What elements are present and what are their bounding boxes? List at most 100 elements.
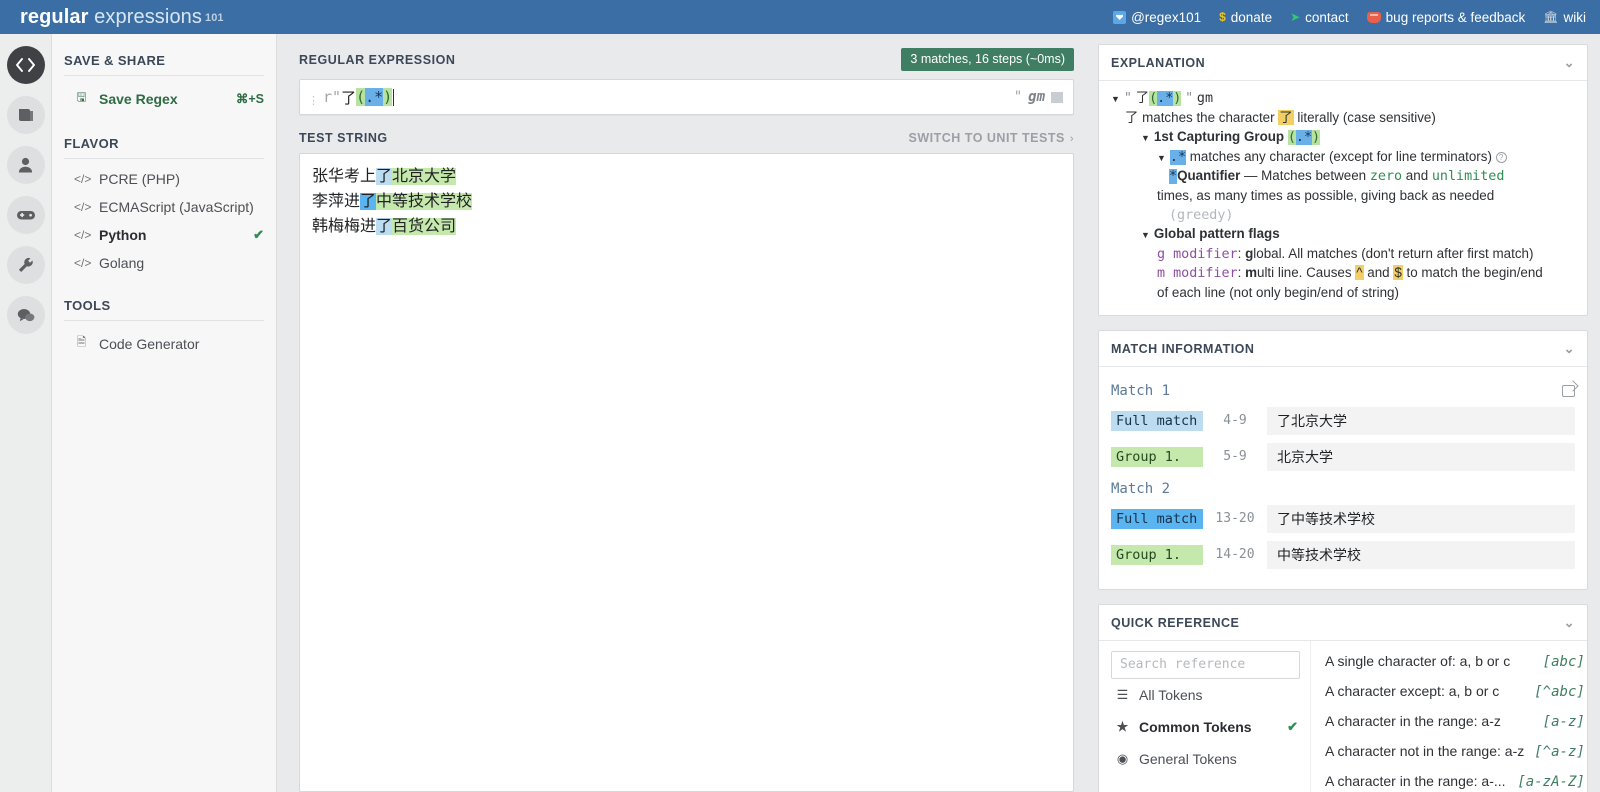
save-regex-shortcut: ⌘+S xyxy=(235,92,264,106)
quantifier-and: and xyxy=(1402,168,1432,184)
chat-icon xyxy=(17,308,34,321)
qr-token-row[interactable]: A character in the range: a-z [a-z] xyxy=(1325,713,1585,730)
full-match-tag: Full match xyxy=(1111,410,1203,431)
regex-input[interactable]: ⋮ r" 了(.*) " gm xyxy=(299,79,1074,115)
literal-end: literally (case sensitive) xyxy=(1293,109,1436,125)
sidebar-item-flavor-python[interactable]: </> Python ✔ xyxy=(52,221,276,249)
qr-token-row[interactable]: A single character of: a, b or c [abc] xyxy=(1325,653,1585,670)
match-row: Group 1. 14-20 中等技术学校 xyxy=(1111,540,1575,569)
qr-category-general-tokens[interactable]: ◉ General Tokens xyxy=(1111,743,1300,775)
match-information-title: MATCH INFORMATION xyxy=(1111,341,1255,356)
match-range: 14-20 xyxy=(1215,547,1255,563)
site-logo[interactable]: regular expressions 101 xyxy=(20,6,224,29)
qr-token-row[interactable]: A character in the range: a-... [a-zA-Z] xyxy=(1325,773,1585,790)
explanation-title: EXPLANATION xyxy=(1111,56,1206,70)
nav-label-twitter: @regex101 xyxy=(1131,9,1202,25)
nav-link-twitter[interactable]: @regex101 xyxy=(1113,10,1201,25)
triangle-down-icon[interactable]: ▼ xyxy=(1141,133,1150,143)
qr-token-code: [a-zA-Z] xyxy=(1517,773,1585,790)
group-dotstar: .* xyxy=(1295,130,1313,146)
drag-handle-icon[interactable]: ⋮ xyxy=(308,95,319,106)
book-icon xyxy=(18,109,33,121)
pattern-quote-close: " xyxy=(1185,91,1194,106)
regex-flags: gm xyxy=(1028,89,1045,105)
regular-expression-section-header: REGULAR EXPRESSION 3 matches, 16 steps (… xyxy=(299,48,1074,71)
quick-reference-token-list: A single character of: a, b or c [abc] A… xyxy=(1311,641,1597,792)
regex-flags-area[interactable]: " gm xyxy=(1014,89,1063,105)
rail-tools-button[interactable] xyxy=(6,246,45,284)
switch-to-unit-tests-button[interactable]: SWITCH TO UNIT TESTS › xyxy=(909,131,1074,145)
bank-icon: 🏛 xyxy=(1543,10,1559,24)
triangle-down-icon[interactable]: ▼ xyxy=(1141,230,1150,240)
nav-link-wiki[interactable]: 🏛 wiki xyxy=(1543,10,1586,25)
qr-token-code: [^abc] xyxy=(1534,683,1585,700)
match-information-header[interactable]: MATCH INFORMATION ⌄ xyxy=(1099,331,1587,367)
sidebar-item-flavor-pcre[interactable]: </> PCRE (PHP) xyxy=(52,165,276,193)
check-icon: ✔ xyxy=(1287,718,1298,734)
match-row: Group 1. 5-9 北京大学 xyxy=(1111,442,1575,471)
rail-community-button[interactable] xyxy=(6,296,45,334)
m-and: and xyxy=(1363,265,1394,281)
rail-playground-button[interactable] xyxy=(6,196,45,234)
qr-token-row[interactable]: A character not in the range: a-z [^a-z] xyxy=(1325,743,1585,760)
test-string-input[interactable]: 张华考上了北京大学 李萍进了中等技术学校 韩梅梅进了百货公司 xyxy=(299,153,1074,792)
text-cursor xyxy=(393,88,395,106)
explanation-quantifier-rest: times, as many times as possible, giving… xyxy=(1157,187,1495,203)
nav-link-bug-reports[interactable]: bug reports & feedback xyxy=(1366,10,1525,25)
logo-101: 101 xyxy=(205,11,224,24)
sidebar-item-flavor-ecmascript[interactable]: </> ECMAScript (JavaScript) xyxy=(52,193,276,221)
sidebar-item-save-regex[interactable]: 🖫 Save Regex ⌘+S xyxy=(52,82,276,115)
rail-library-button[interactable] xyxy=(6,96,45,134)
chevron-down-icon[interactable]: ⌄ xyxy=(1564,615,1575,631)
flavor-label-python: Python xyxy=(99,227,147,243)
bug-icon xyxy=(1366,11,1381,23)
share-icon[interactable] xyxy=(1562,384,1575,397)
quick-reference-panel: QUICK REFERENCE ⌄ ☰ All Tokens ★ Common … xyxy=(1098,603,1588,792)
chevron-down-icon[interactable]: ⌄ xyxy=(1564,341,1575,357)
code-icon xyxy=(16,58,35,72)
explanation-m-modifier-cont: of each line (not only begin/end of stri… xyxy=(1157,284,1399,300)
rail-code-button[interactable] xyxy=(6,46,45,84)
qr-category-common-tokens[interactable]: ★ Common Tokens ✔ xyxy=(1111,711,1300,743)
flag-icon[interactable] xyxy=(1051,91,1063,103)
sidebar-item-flavor-golang[interactable]: </> Golang xyxy=(52,249,276,277)
target-icon: ◉ xyxy=(1116,750,1129,766)
pattern-group-open: ( xyxy=(1149,91,1158,106)
regex-group-close: ) xyxy=(383,88,393,106)
sidebar-header-save-share: SAVE & SHARE xyxy=(64,48,264,76)
triangle-down-icon[interactable]: ▼ xyxy=(1111,94,1120,104)
quick-reference-body: ☰ All Tokens ★ Common Tokens ✔ ◉ General… xyxy=(1099,640,1587,792)
check-icon: ✔ xyxy=(253,227,264,242)
m-bold: m xyxy=(1245,265,1257,281)
test-string-line: 张华考上了北京大学 xyxy=(312,164,1061,189)
flavor-label-pcre: PCRE (PHP) xyxy=(99,171,180,187)
regex-literal: 了 xyxy=(341,88,357,107)
app-body: SAVE & SHARE 🖫 Save Regex ⌘+S FLAVOR </>… xyxy=(0,34,1600,792)
search-reference-input[interactable] xyxy=(1111,650,1300,679)
group-tag: Group 1. xyxy=(1111,446,1203,467)
line-prefix: 李萍进 xyxy=(312,193,361,210)
nav-link-donate[interactable]: $ donate xyxy=(1219,10,1272,25)
explanation-panel-header[interactable]: EXPLANATION ⌄ xyxy=(1099,45,1587,81)
pattern-quote-open: " xyxy=(1123,91,1132,106)
quick-reference-header[interactable]: QUICK REFERENCE ⌄ xyxy=(1099,605,1587,641)
qr-category-all-tokens[interactable]: ☰ All Tokens xyxy=(1111,679,1300,711)
paper-plane-icon: ➤ xyxy=(1290,10,1301,24)
line-marker: 了 xyxy=(360,193,377,210)
qr-token-row[interactable]: A character except: a, b or c [^abc] xyxy=(1325,683,1585,700)
literal-char: 了 xyxy=(1125,110,1139,126)
chevron-down-icon[interactable]: ⌄ xyxy=(1564,55,1575,71)
dollar-highlight: $ xyxy=(1393,265,1403,281)
sidebar-item-code-generator[interactable]: 🗎 Code Generator xyxy=(52,327,276,360)
triangle-down-icon[interactable]: ▼ xyxy=(1157,153,1166,163)
sidebar-header-flavor: FLAVOR xyxy=(64,131,264,159)
star-icon: ★ xyxy=(1116,718,1129,734)
floppy-disk-icon: 🖫 xyxy=(76,90,87,104)
g-modifier-label: g modifier xyxy=(1157,246,1238,262)
regex-group-open: ( xyxy=(356,88,366,106)
help-icon[interactable]: ? xyxy=(1495,151,1507,163)
match-row: Full match 13-20 了中等技术学校 xyxy=(1111,504,1575,533)
nav-link-contact[interactable]: ➤ contact xyxy=(1290,10,1349,25)
right-panels-column: EXPLANATION ⌄ ▼ " 了(.*) " gm 了 matches th… xyxy=(1088,34,1600,792)
rail-account-button[interactable] xyxy=(6,146,45,184)
